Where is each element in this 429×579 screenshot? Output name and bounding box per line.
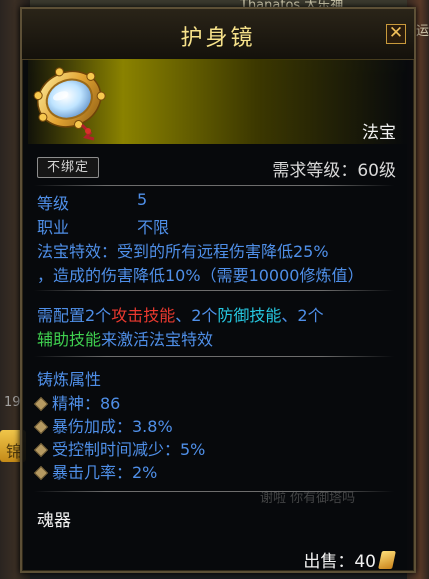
forge-attributes-title: 铸炼属性 bbox=[37, 370, 102, 389]
diamond-icon bbox=[33, 442, 49, 457]
sell-price: 出售：40 bbox=[303, 547, 396, 572]
sell-label: 出售： bbox=[303, 552, 355, 572]
attribute-text: 暴伤加成：3.8% bbox=[52, 417, 173, 436]
req-text: 、2个 bbox=[281, 306, 324, 325]
attack-skill-label: 攻击技能 bbox=[111, 306, 176, 325]
effect-line-2: ，造成的伤害降低10%（需要10000修炼值） bbox=[37, 266, 364, 285]
effect-line-1: 法宝特效：受到的所有远程伤害降低25% bbox=[37, 242, 329, 261]
background-chat-text: 谢啦 你有御塔吗 bbox=[260, 491, 356, 506]
divider bbox=[34, 290, 394, 291]
defense-skill-label: 防御技能 bbox=[217, 306, 282, 325]
assist-skill-label: 辅助技能 bbox=[37, 330, 102, 349]
sell-value: 40 bbox=[354, 552, 376, 572]
attribute-row: 暴击几率：2% bbox=[33, 459, 158, 483]
item-type: 法宝 bbox=[362, 123, 396, 143]
attribute-text: 受控制时间减少：5% bbox=[52, 440, 206, 459]
divider bbox=[34, 356, 394, 357]
item-title: 护身镜 bbox=[180, 26, 256, 51]
gold-ingot-icon bbox=[378, 551, 396, 569]
divider bbox=[34, 185, 394, 186]
attribute-row: 精神：86 bbox=[33, 390, 121, 414]
tooltip-title-bar: 护身镜 ✕ bbox=[22, 9, 414, 60]
attribute-text: 精神：86 bbox=[52, 394, 121, 413]
req-text: 、2个 bbox=[175, 306, 218, 325]
mirror-icon bbox=[33, 67, 106, 141]
close-button[interactable]: ✕ bbox=[386, 24, 406, 44]
item-tooltip: 护身镜 ✕ 法宝 不绑定 需求等级：60级 等级 5 职业 不限 法宝特效：受到… bbox=[20, 7, 416, 573]
class-value: 不限 bbox=[137, 218, 170, 237]
required-level: 需求等级：60级 bbox=[272, 161, 396, 181]
diamond-icon bbox=[33, 419, 49, 434]
diamond-icon bbox=[33, 465, 49, 480]
attribute-row: 受控制时间减少：5% bbox=[33, 436, 206, 460]
background-edge-text: 运 bbox=[416, 24, 429, 39]
level-value: 5 bbox=[137, 190, 148, 209]
class-label: 职业 bbox=[37, 218, 70, 237]
attribute-row: 暴伤加成：3.8% bbox=[33, 413, 173, 437]
diamond-icon bbox=[33, 396, 49, 411]
skill-requirement-line-2: 辅助技能来激活法宝特效 bbox=[37, 326, 213, 350]
bind-status-badge: 不绑定 bbox=[37, 157, 99, 178]
soul-item-label: 魂器 bbox=[37, 511, 71, 531]
attribute-text: 暴击几率：2% bbox=[52, 463, 158, 482]
skill-requirement-line-1: 需配置2个攻击技能、2个防御技能、2个 bbox=[37, 302, 324, 326]
req-text: 需配置2个 bbox=[37, 306, 112, 325]
level-label: 等级 bbox=[37, 194, 70, 213]
req-text: 来激活法宝特效 bbox=[101, 330, 214, 349]
background-number: 19 bbox=[4, 395, 21, 410]
